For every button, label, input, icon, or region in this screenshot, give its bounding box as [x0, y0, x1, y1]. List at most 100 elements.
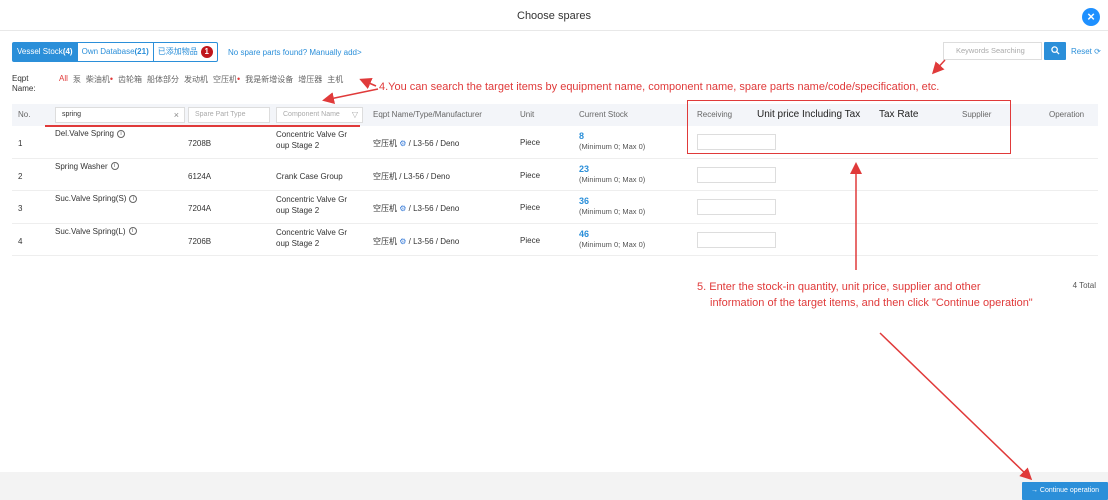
eqpt-filter-item-label: 柴油机	[85, 75, 110, 84]
header-unit: Unit	[520, 110, 535, 119]
eqpt-filter-item[interactable]: 发动机	[184, 74, 208, 85]
info-icon[interactable]: i	[117, 129, 125, 138]
receiving-input[interactable]	[697, 166, 776, 183]
search-icon	[1050, 46, 1060, 55]
spare-name-text: Suc.Valve Spring(L)	[55, 226, 126, 236]
stock-value: 36	[579, 196, 590, 206]
eqpt-filter-all[interactable]: All	[59, 74, 68, 85]
source-tabs: Vessel Stock (4) Own Database (21) 已添加物品 1	[12, 42, 218, 62]
current-stock: 46 (Minimum 0; Max 0)	[579, 229, 645, 249]
row-no: 1	[18, 139, 23, 148]
component-line: Concentric Valve Gr	[276, 195, 347, 204]
eqpt-filter-item[interactable]: 泵	[73, 74, 81, 85]
table-row: 3 Suc.Valve Spring(S) i 7204A Concentric …	[12, 191, 1098, 224]
eqpt-rest: / L3-56 / Deno	[406, 236, 460, 246]
info-icon[interactable]: i	[128, 227, 137, 236]
arrow-to-component-filter	[322, 88, 379, 105]
header-divider	[0, 30, 1108, 31]
receiving-input[interactable]	[697, 199, 776, 215]
eqpt-filter-item[interactable]: 增压器	[298, 74, 322, 85]
eqpt-rest: / L3-56 / Deno	[397, 171, 450, 181]
info-icon[interactable]: i	[129, 194, 138, 203]
search-button[interactable]	[1044, 42, 1066, 60]
tab-label: Vessel Stock	[17, 47, 63, 56]
eqpt-filter-item[interactable]: 柴油机•	[86, 74, 113, 85]
tab-count: (4)	[62, 47, 73, 56]
alert-dot-icon: •	[109, 74, 114, 84]
header-eqpt: Eqpt Name/Type/Manufacturer	[373, 110, 482, 119]
stock-range: (Minimum 0; Max 0)	[579, 142, 646, 151]
header-operation: Operation	[1049, 110, 1085, 119]
component-line: Concentric Valve Gr	[276, 227, 347, 237]
eqpt-filter-label: Eqpt Name:	[12, 74, 36, 93]
arrow-right-icon: →	[1030, 487, 1040, 494]
info-icon[interactable]: i	[110, 162, 119, 171]
component-line: oup Stage 2	[276, 206, 320, 215]
spare-name: Suc.Valve Spring(L) i	[55, 227, 137, 236]
header-no: No.	[18, 110, 31, 119]
component-name: Crank Case Group	[276, 171, 343, 181]
eqpt-info: 空压机 ⚙ / L3-56 / Deno	[373, 203, 459, 214]
tab-vessel-stock[interactable]: Vessel Stock (4)	[13, 43, 78, 61]
component-name: Concentric Valve Gr oup Stage 2	[276, 227, 347, 249]
row-no: 3	[18, 204, 23, 213]
spare-code: 7206B	[188, 236, 212, 246]
eqpt-filter-item[interactable]: 主机	[327, 74, 343, 85]
annotation-highlight-box	[687, 100, 1011, 154]
clear-icon[interactable]: ×	[174, 108, 179, 122]
eqpt-info: 空压机 ⚙ / L3-56 / Deno	[373, 138, 459, 149]
spare-name-filter-input[interactable]: spring ×	[55, 107, 185, 123]
total-count: 4 Total	[1072, 281, 1096, 290]
eqpt-filter-item[interactable]: 空压机•	[213, 74, 240, 85]
stock-range: (Minimum 0; Max 0)	[579, 207, 646, 216]
spare-name-text: Spring Washer	[55, 161, 108, 171]
close-icon[interactable]: ×	[1082, 8, 1100, 26]
part-type-filter-input[interactable]: Spare Part Type	[188, 107, 270, 123]
manual-add-link[interactable]: No spare parts found? Manually add>	[228, 48, 362, 57]
eqpt-info: 空压机 ⚙ / L3-56 / Deno	[373, 236, 459, 247]
spare-name: Suc.Valve Spring(S) i	[55, 194, 138, 203]
current-stock: 8 (Minimum 0; Max 0)	[579, 131, 645, 151]
component-line: oup Stage 2	[276, 238, 320, 248]
component-line: Concentric Valve Gr	[276, 130, 347, 139]
tab-label: 已添加物品	[157, 47, 198, 56]
link-icon: ⚙	[397, 139, 407, 148]
tab-count: (21)	[134, 47, 149, 56]
component-filter-placeholder: Component Name	[283, 111, 340, 118]
spare-name-text: Suc.Valve Spring(S)	[55, 194, 127, 203]
arrow-to-eqpt-filter	[359, 78, 377, 90]
filter-icon[interactable]: ▽	[352, 108, 358, 122]
eqpt-name: 空压机	[373, 236, 397, 246]
component-filter-input[interactable]: Component Name ▽	[276, 107, 363, 123]
unit: Piece	[520, 235, 541, 245]
added-count-badge: 1	[200, 46, 213, 58]
eqpt-filter-item[interactable]: 我是新增设备	[245, 74, 293, 85]
current-stock: 36 (Minimum 0; Max 0)	[579, 196, 645, 216]
dialog-title: Choose spares	[517, 10, 591, 22]
header-stock: Current Stock	[579, 110, 628, 119]
link-icon: ⚙	[397, 204, 407, 213]
spare-code: 6124A	[188, 171, 212, 181]
spare-name-filter-value: spring	[62, 111, 82, 118]
continue-label: Continue operation	[1039, 487, 1100, 494]
reset-label: Reset	[1071, 47, 1092, 56]
eqpt-filter-item[interactable]: 船体部分	[147, 74, 179, 85]
stock-value: 46	[579, 228, 590, 239]
eqpt-filter-item[interactable]: 齿轮箱	[118, 74, 142, 85]
refresh-icon: ⟳	[1094, 47, 1101, 56]
receiving-input[interactable]	[697, 231, 776, 248]
tab-own-database[interactable]: Own Database (21)	[78, 43, 154, 61]
row-no: 2	[18, 171, 23, 181]
arrow-to-continue-button	[879, 332, 1033, 481]
spare-name: Del.Valve Spring i	[55, 129, 125, 138]
component-name: Concentric Valve Gr oup Stage 2	[276, 194, 347, 216]
stock-range: (Minimum 0; Max 0)	[579, 239, 646, 249]
stock-value: 8	[579, 131, 585, 141]
footer-bar	[0, 472, 1108, 500]
keyword-search-input[interactable]: Keywords Searching	[943, 42, 1042, 60]
spare-name: Spring Washer i	[55, 162, 119, 171]
continue-operation-button[interactable]: → Continue operation	[1022, 482, 1108, 500]
tab-added-items[interactable]: 已添加物品 1	[154, 43, 217, 61]
eqpt-filter-list: All 泵 柴油机• 齿轮箱 船体部分 发动机 空压机• 我是新增设备 增压器 …	[59, 74, 343, 85]
reset-button[interactable]: Reset ⟳	[1071, 47, 1101, 56]
